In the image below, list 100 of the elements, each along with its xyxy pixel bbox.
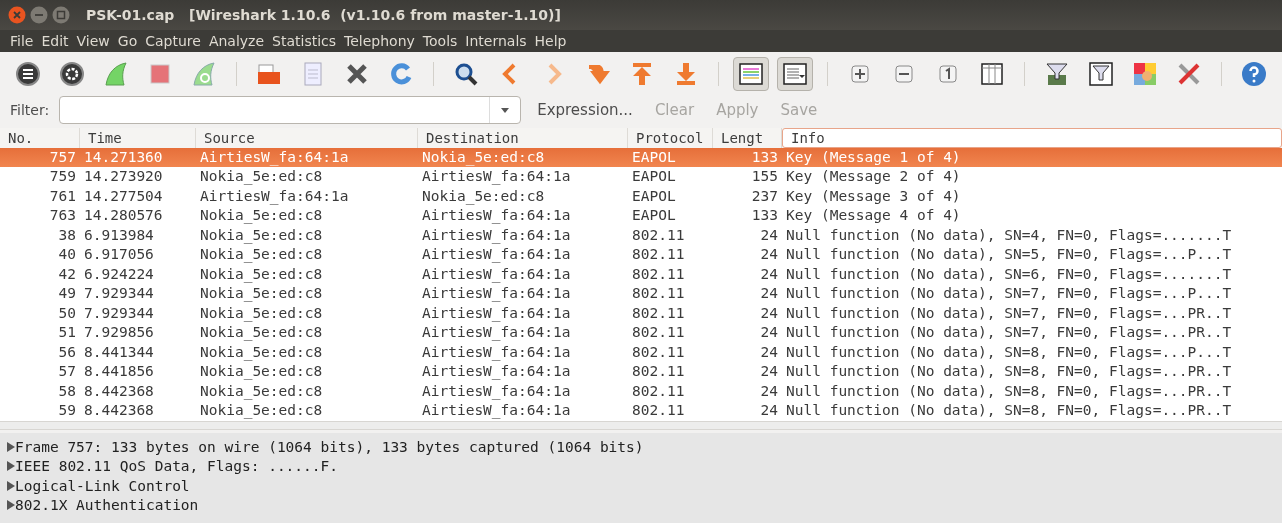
- table-cell-text: 8.441856: [83, 362, 155, 382]
- menu-item[interactable]: View: [72, 33, 114, 49]
- list-icon: [15, 60, 41, 87]
- table-cell-text: AirtiesW_fa:64:1a: [421, 362, 572, 382]
- table-cell-text: EAPOL: [631, 206, 677, 226]
- table-cell-text: 24: [759, 264, 779, 284]
- table-cell-text: 759: [48, 167, 77, 187]
- funnel-icon: [1044, 60, 1070, 87]
- table-cell-text: 24: [759, 323, 779, 343]
- table-cell-text: 802.11: [631, 342, 686, 362]
- table-cell-text: EAPOL: [631, 147, 677, 167]
- table-cell-text: Nokia_5e:ed:c8: [199, 303, 324, 324]
- table-cell-text: 8.441344: [83, 342, 155, 362]
- table-cell-text: 59: [57, 401, 77, 421]
- auto-scroll-button[interactable]: [777, 56, 813, 91]
- table-cell-text: 237: [750, 186, 779, 206]
- table-cell-text: Key (Message 2 of 4): [785, 167, 962, 187]
- table-cell-text: 802.11: [631, 323, 686, 343]
- table-cell-text: Nokia_5e:ed:c8: [199, 342, 324, 363]
- table-cell-text: 6.924224: [83, 264, 155, 284]
- table-cell-text: 8.442368: [83, 381, 155, 401]
- packet-row[interactable]: 51 7.929856 Nokia_5e:ed:c8 AirtiesW_fa:64:1a 802.11 24 Null function (No data), SN=7, FN=0, Flags=...PR..T: [0, 323, 1282, 343]
- table-cell-text: 40: [57, 245, 77, 265]
- packet-row[interactable]: 59 8.442368 Nokia_5e:ed:c8 AirtiesW_fa:64:1a 802.11 24 Null function (No data), SN=8, FN=0, Flags=...PR..T: [0, 401, 1282, 421]
- table-cell-text: Null function (No data), SN=7, FN=0, Flags=...PR..T: [785, 303, 1233, 323]
- table-cell-text: Null function (No data), SN=8, FN=0, Flags=...PR..T: [785, 401, 1233, 421]
- filter-field[interactable]: [59, 96, 522, 124]
- table-cell-text: 42: [57, 264, 77, 284]
- tree-item[interactable]: Logical-Link Control: [15, 477, 190, 494]
- menu-item[interactable]: Internals: [461, 33, 531, 49]
- packet-row[interactable]: 56 8.441344 Nokia_5e:ed:c8 AirtiesW_fa:64:1a 802.11 24 Null function (No data), SN=8, FN=0, Flags=...P...T: [0, 342, 1282, 363]
- table-cell-text: 802.11: [631, 381, 686, 401]
- table-cell-text: Nokia_5e:ed:c8: [421, 147, 546, 168]
- column-header[interactable]: Protocol: [628, 128, 713, 148]
- column-header[interactable]: Destination: [418, 128, 628, 148]
- menu-item[interactable]: Help: [530, 33, 571, 49]
- menu-item[interactable]: Edit: [37, 33, 73, 49]
- table-cell-text: 51: [57, 323, 77, 343]
- triangle-right-icon[interactable]: [6, 480, 15, 491]
- columns-icon: [979, 60, 1005, 87]
- table-cell-text: Null function (No data), SN=7, FN=0, Flags=...PR..T: [785, 323, 1233, 343]
- table-cell-text: 24: [759, 381, 779, 401]
- table-cell-text: EAPOL: [631, 186, 677, 206]
- maximize-icon[interactable]: [52, 6, 70, 24]
- table-cell-text: Null function (No data), SN=8, FN=0, Flags=...P...T: [785, 342, 1233, 362]
- table-cell-text: AirtiesW_fa:64:1a: [421, 284, 572, 304]
- packet-row[interactable]: 38 6.913984 Nokia_5e:ed:c8 AirtiesW_fa:64:1a 802.11 24 Null function (No data), SN=4, FN=0, Flags=.......T: [0, 225, 1282, 246]
- table-cell-text: Nokia_5e:ed:c8: [199, 167, 324, 187]
- menu-item[interactable]: Statistics: [268, 33, 341, 49]
- table-cell-text: AirtiesW_fa:64:1a: [421, 381, 572, 402]
- table-cell-text: 6.913984: [83, 225, 155, 245]
- table-cell-text: Null function (No data), SN=4, FN=0, Flags=.......T: [785, 225, 1233, 245]
- table-cell-text: Null function (No data), SN=8, FN=0, Flags=...PR..T: [785, 381, 1233, 401]
- tree-item[interactable]: 802.1X Authentication: [15, 497, 199, 514]
- table-cell-text: AirtiesW_fa:64:1a: [421, 401, 572, 421]
- table-cell-text: 757: [48, 147, 77, 167]
- table-cell-text: Nokia_5e:ed:c8: [199, 381, 324, 402]
- table-cell-text: 802.11: [631, 401, 686, 421]
- settings-icon: [59, 60, 85, 87]
- packet-row[interactable]: 40 6.917056 Nokia_5e:ed:c8 AirtiesW_fa:64:1a 802.11 24 Null function (No data), SN=5, FN=0, Flags=...P...T: [0, 245, 1282, 265]
- table-cell-text: Nokia_5e:ed:c8: [199, 206, 324, 226]
- menu-item[interactable]: Tools: [418, 33, 462, 49]
- tree-item[interactable]: IEEE 802.11 QoS Data, Flags: ......F.: [15, 458, 338, 475]
- menu-item[interactable]: Capture: [141, 33, 205, 49]
- table-cell-text: 57: [57, 362, 77, 382]
- table-cell-text: Null function (No data), SN=7, FN=0, Flags=...P...T: [785, 284, 1233, 304]
- menu-item[interactable]: Telephony: [340, 33, 419, 49]
- table-cell-text: 49: [57, 284, 77, 304]
- table-cell-text: AirtiesW_fa:64:1a: [199, 186, 350, 207]
- horizontal-scrollbar[interactable]: [0, 420, 1282, 430]
- packet-row[interactable]: 57 8.441856 Nokia_5e:ed:c8 AirtiesW_fa:64:1a 802.11 24 Null function (No data), SN=8, FN=0, Flags=...PR..T: [0, 362, 1282, 382]
- packet-row[interactable]: 49 7.929344 Nokia_5e:ed:c8 AirtiesW_fa:64:1a 802.11 24 Null function (No data), SN=7, FN=0, Flags=...P...T: [0, 284, 1282, 304]
- close-icon[interactable]: [8, 6, 26, 24]
- packet-row[interactable]: 759 14.273920 Nokia_5e:ed:c8 AirtiesW_fa:64:1a EAPOL 155 Key (Message 2 of 4): [0, 167, 1282, 187]
- table-cell-text: AirtiesW_fa:64:1a: [421, 303, 572, 324]
- table-cell-text: 24: [759, 245, 779, 265]
- column-header[interactable]: Info: [782, 128, 1282, 148]
- triangle-right-icon[interactable]: [6, 500, 15, 511]
- scroll-lines-icon: [782, 60, 808, 87]
- triangle-right-icon[interactable]: [6, 441, 15, 452]
- column-header[interactable]: Source: [196, 128, 418, 148]
- colorize-button[interactable]: [733, 56, 769, 91]
- table-cell-text: 802.11: [631, 264, 686, 284]
- filter-button[interactable]: Expression...: [531, 101, 639, 119]
- packet-row[interactable]: 761 14.277504 AirtiesW_fa:64:1a Nokia_5e:ed:c8 EAPOL 237 Key (Message 3 of 4): [0, 186, 1282, 207]
- minimize-icon[interactable]: [30, 6, 48, 24]
- packet-row[interactable]: 50 7.929344 Nokia_5e:ed:c8 AirtiesW_fa:64:1a 802.11 24 Null function (No data), SN=7, FN=0, Flags=...PR..T: [0, 303, 1282, 324]
- tree-item[interactable]: Frame 757: 133 bytes on wire (1064 bits), 133 bytes captured (1064 bits): [15, 438, 644, 455]
- menu-item[interactable]: Analyze: [204, 33, 269, 49]
- triangle-right-icon[interactable]: [6, 461, 15, 472]
- packet-row[interactable]: 58 8.442368 Nokia_5e:ed:c8 AirtiesW_fa:64:1a 802.11 24 Null function (No data), SN=8, FN=0, Flags=...PR..T: [0, 381, 1282, 402]
- menu-item[interactable]: File: [6, 33, 38, 49]
- table-cell-text: Nokia_5e:ed:c8: [199, 401, 324, 421]
- column-header[interactable]: Time: [80, 128, 196, 148]
- column-header[interactable]: No.: [0, 128, 80, 148]
- packet-row[interactable]: 763 14.280576 Nokia_5e:ed:c8 AirtiesW_fa:64:1a EAPOL 133 Key (Message 4 of 4): [0, 206, 1282, 226]
- packet-row[interactable]: 42 6.924224 Nokia_5e:ed:c8 AirtiesW_fa:64:1a 802.11 24 Null function (No data), SN=6, FN=0, Flags=.......T: [0, 264, 1282, 285]
- menu-item[interactable]: Go: [113, 33, 142, 49]
- table-cell-text: 802.11: [631, 225, 686, 245]
- colored-lines-icon: [738, 60, 764, 87]
